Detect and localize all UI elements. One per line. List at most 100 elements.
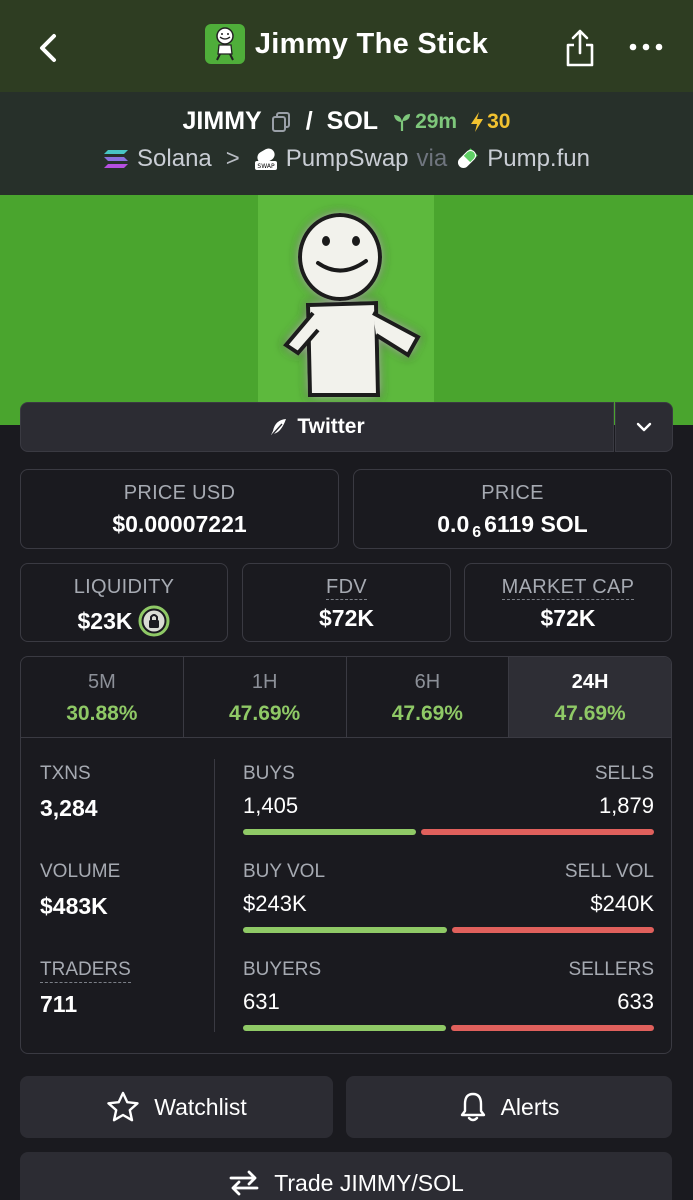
trade-label: Trade JIMMY/SOL [274, 1169, 464, 1196]
pair-row: JIMMY / SOL 29m 30 [0, 107, 693, 136]
twitter-label: Twitter [297, 415, 365, 438]
market-cap-value: $72K [540, 605, 596, 631]
txns-label: TXNS [40, 763, 91, 784]
sellers-bar-fill [450, 1025, 654, 1031]
more-dots-icon [629, 43, 663, 51]
tab-1h-change: 47.69% [229, 702, 301, 725]
price-native-value: 0.0 6 6119 SOL [354, 511, 671, 541]
page-title: Jimmy The Stick [254, 27, 489, 60]
links-dropdown-button[interactable] [615, 402, 673, 452]
tab-5m[interactable]: 5M 30.88% [21, 657, 184, 737]
buys-bar-fill [243, 829, 417, 835]
tab-1h-label: 1H [251, 671, 278, 693]
sell-vol-bar-fill [452, 927, 654, 933]
stats-panel: 5M 30.88% 1H 47.69% 6H 47.69% 24H 47.69%… [20, 656, 672, 1054]
fdv-label[interactable]: FDV [326, 576, 367, 600]
price-native-digits: 6119 SOL [484, 511, 588, 537]
buyers-value: 631 [243, 989, 280, 1014]
price-usd-value: $0.00007221 [112, 511, 247, 537]
buyers-bar-fill [243, 1025, 446, 1031]
liquidity-label: LIQUIDITY [73, 576, 175, 598]
price-native-prefix: 0.0 [437, 511, 470, 537]
buys-value: 1,405 [243, 793, 299, 818]
price-usd-label: PRICE USD [123, 482, 236, 504]
fdv-value: $72K [319, 605, 374, 631]
lightning-icon [471, 111, 484, 132]
price-native-label: PRICE [481, 482, 544, 504]
boost-badge[interactable]: 30 [469, 110, 510, 134]
liquidity-row: $23K [21, 605, 227, 637]
feather-icon [271, 419, 287, 436]
volume-label: VOLUME [40, 861, 121, 882]
dex-link[interactable]: PumpSwap [286, 145, 409, 173]
swap-arrows-icon [229, 1170, 259, 1196]
pair-separator: / [305, 107, 313, 135]
pumpswap-icon: SWAP [254, 148, 277, 170]
sells-label: SELLS [594, 763, 654, 784]
sellers-value: 633 [617, 989, 654, 1014]
tab-5m-label: 5M [87, 671, 116, 693]
liquidity-card: LIQUIDITY $23K [20, 563, 228, 642]
buy-vol-bar-fill [243, 927, 448, 933]
tab-1h[interactable]: 1H 47.69% [184, 657, 347, 737]
boost-count: 30 [487, 109, 511, 133]
txns-value: 3,284 [40, 795, 98, 821]
buyers-label: BUYERS [243, 959, 322, 980]
timeframe-tabs: 5M 30.88% 1H 47.69% 6H 47.69% 24H 47.69% [21, 657, 671, 738]
buyers-sellers-ratio: BUYERS SELLERS 631 633 [243, 959, 654, 1031]
bell-icon [460, 1092, 485, 1122]
buyers-sellers-bar [243, 1025, 654, 1031]
copy-icon[interactable] [270, 111, 292, 133]
pair-age-value: 29m [415, 109, 458, 133]
chain-row: Solana > SWAP PumpSwap via Pump.fun [0, 145, 693, 173]
chevron-down-icon [636, 422, 652, 432]
buys-label: BUYS [243, 763, 295, 784]
twitter-link-button[interactable]: Twitter [20, 402, 614, 452]
share-button[interactable] [562, 26, 598, 70]
tab-6h[interactable]: 6H 47.69% [347, 657, 510, 737]
back-button[interactable] [30, 28, 66, 68]
lock-icon[interactable] [138, 605, 170, 637]
chain-link[interactable]: Solana [137, 145, 212, 173]
stats-divider [214, 759, 215, 1032]
more-button[interactable] [626, 32, 666, 62]
quote-symbol: SOL [326, 107, 379, 135]
top-bar: Jimmy The Stick [0, 0, 693, 92]
sell-vol-label: SELL VOL [564, 861, 654, 882]
tab-6h-label: 6H [414, 671, 441, 693]
solana-icon [104, 150, 129, 168]
volume-value: $483K [40, 893, 108, 919]
token-logo [204, 24, 245, 64]
via-label: via [416, 145, 448, 172]
alerts-label: Alerts [500, 1093, 560, 1120]
sells-value: 1,879 [598, 793, 654, 818]
sprout-icon [394, 113, 411, 131]
trade-button[interactable]: Trade JIMMY/SOL [20, 1152, 672, 1200]
price-usd-card: PRICE USD $0.00007221 [20, 469, 339, 549]
buys-sells-ratio: BUYS SELLS 1,405 1,879 [243, 763, 654, 835]
buys-sells-bar [243, 829, 654, 835]
tab-5m-change: 30.88% [66, 702, 138, 725]
star-icon [107, 1091, 139, 1122]
launchpad-link[interactable]: Pump.fun [487, 145, 590, 173]
sell-vol-value: $240K [590, 891, 654, 916]
buy-sell-volume-ratio: BUY VOL SELL VOL $243K $240K [243, 861, 654, 933]
token-title: Jimmy The Stick [204, 24, 489, 64]
buy-sell-volume-bar [243, 927, 654, 933]
base-symbol: JIMMY [182, 107, 262, 135]
traders-value: 711 [40, 991, 78, 1017]
buy-vol-label: BUY VOL [243, 861, 326, 882]
traders-label[interactable]: TRADERS [40, 959, 131, 983]
price-native-card: PRICE 0.0 6 6119 SOL [353, 469, 672, 549]
market-cap-label[interactable]: MARKET CAP [501, 576, 635, 600]
banner-image [258, 195, 434, 405]
tab-6h-change: 47.69% [391, 702, 463, 725]
watchlist-button[interactable]: Watchlist [20, 1076, 333, 1138]
share-icon [566, 29, 594, 67]
chevron-left-icon [40, 34, 56, 62]
liquidity-value: $23K [77, 607, 133, 634]
tab-24h[interactable]: 24H 47.69% [509, 657, 671, 737]
alerts-button[interactable]: Alerts [346, 1076, 672, 1138]
tab-24h-label: 24H [571, 671, 609, 693]
market-cap-card: MARKET CAP $72K [464, 563, 672, 642]
